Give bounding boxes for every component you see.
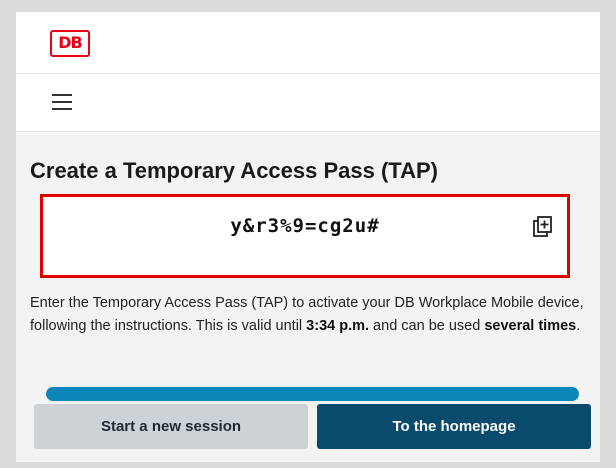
instructions-part-2: and can be used	[369, 318, 485, 334]
copy-icon[interactable]	[533, 216, 553, 238]
usage-count: several times	[484, 318, 577, 334]
menu-bar	[16, 74, 600, 132]
validity-progress-bar	[46, 387, 579, 401]
valid-until-time: 3:34 p.m.	[306, 318, 370, 334]
app-frame: DB Create a Temporary Access Pass (TAP) …	[16, 12, 600, 462]
main-content: Create a Temporary Access Pass (TAP) y&r…	[16, 132, 600, 462]
to-homepage-button[interactable]: To the homepage	[317, 404, 591, 449]
instructions-part-3: .	[576, 318, 581, 334]
hamburger-menu-icon[interactable]	[52, 94, 72, 111]
tap-code-box: y&r3%9=cg2u#	[40, 194, 570, 278]
db-logo[interactable]: DB	[50, 30, 90, 57]
top-header: DB	[16, 12, 600, 74]
validity-progress-fill	[46, 387, 579, 401]
page-title: Create a Temporary Access Pass (TAP)	[30, 158, 438, 183]
instructions-text: Enter the Temporary Access Pass (TAP) to…	[30, 292, 590, 338]
start-new-session-button[interactable]: Start a new session	[34, 404, 308, 449]
tap-code: y&r3%9=cg2u#	[230, 215, 380, 237]
